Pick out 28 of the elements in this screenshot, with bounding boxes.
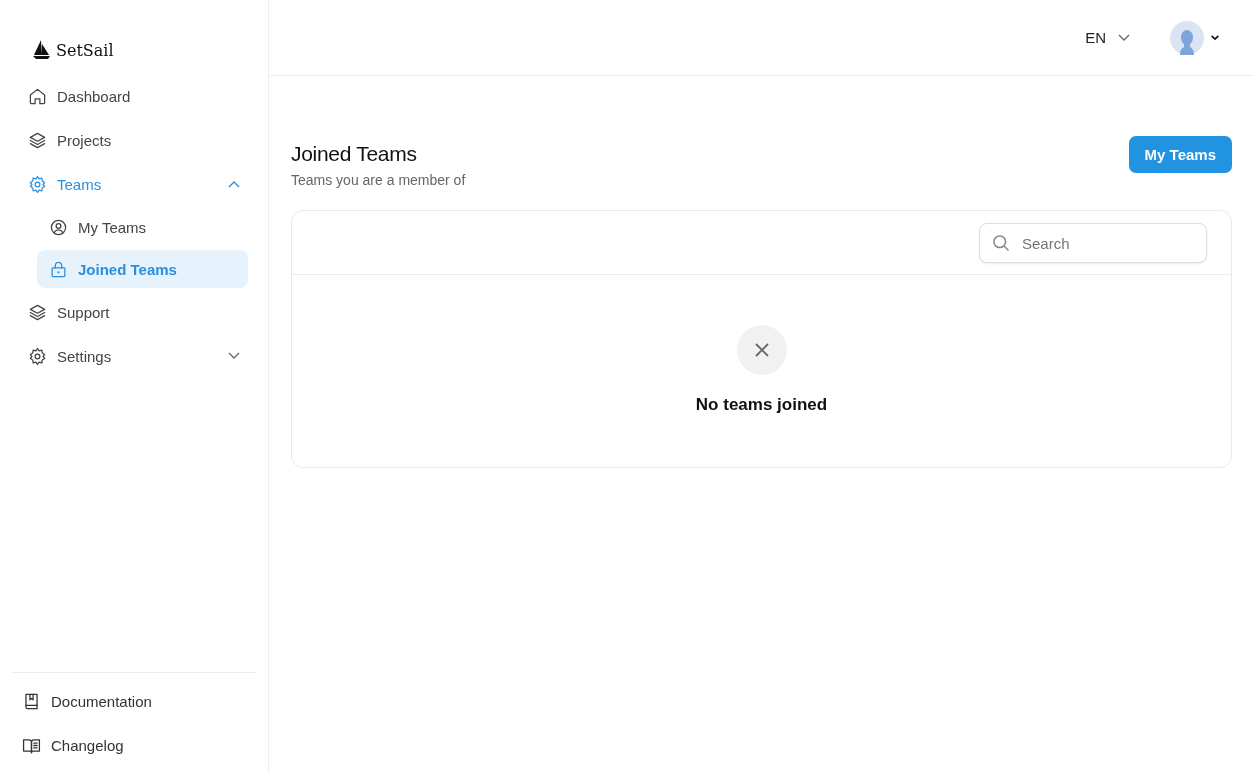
nav-item[interactable]: Dashboard	[12, 74, 256, 118]
chevron-down-icon	[228, 352, 240, 360]
lock-icon	[49, 259, 68, 279]
account-menu-button[interactable]	[1170, 20, 1220, 55]
home-icon	[28, 86, 47, 106]
avatar-silhouette-icon	[1170, 20, 1204, 55]
caret-down-icon	[1210, 34, 1220, 41]
close-icon	[736, 325, 787, 375]
page-title: Joined Teams	[291, 142, 418, 166]
nav-item[interactable]: Support	[12, 290, 256, 334]
page-subtitle: Teams you are a member of	[291, 172, 466, 188]
footer-link[interactable]: Documentation	[12, 679, 256, 723]
nav-subitem[interactable]: My Teams	[37, 208, 248, 246]
gear-icon	[28, 346, 47, 366]
search-field[interactable]: Search	[979, 223, 1207, 263]
chevron-up-icon	[228, 180, 240, 188]
logo-text: SetSail	[56, 40, 114, 60]
language-selector[interactable]: EN	[1079, 28, 1136, 47]
empty-state-message: No teams joined	[695, 395, 828, 415]
chevron-down-icon	[1118, 33, 1130, 42]
layers-icon	[28, 302, 47, 322]
nav-item[interactable]: Settings	[12, 334, 256, 378]
book-icon	[22, 691, 41, 711]
nav-item[interactable]: Projects	[12, 118, 256, 162]
footer-link[interactable]: Changelog	[12, 723, 256, 767]
user-circle-icon	[49, 217, 68, 237]
gear-icon	[28, 174, 47, 194]
layers-icon	[28, 130, 47, 150]
